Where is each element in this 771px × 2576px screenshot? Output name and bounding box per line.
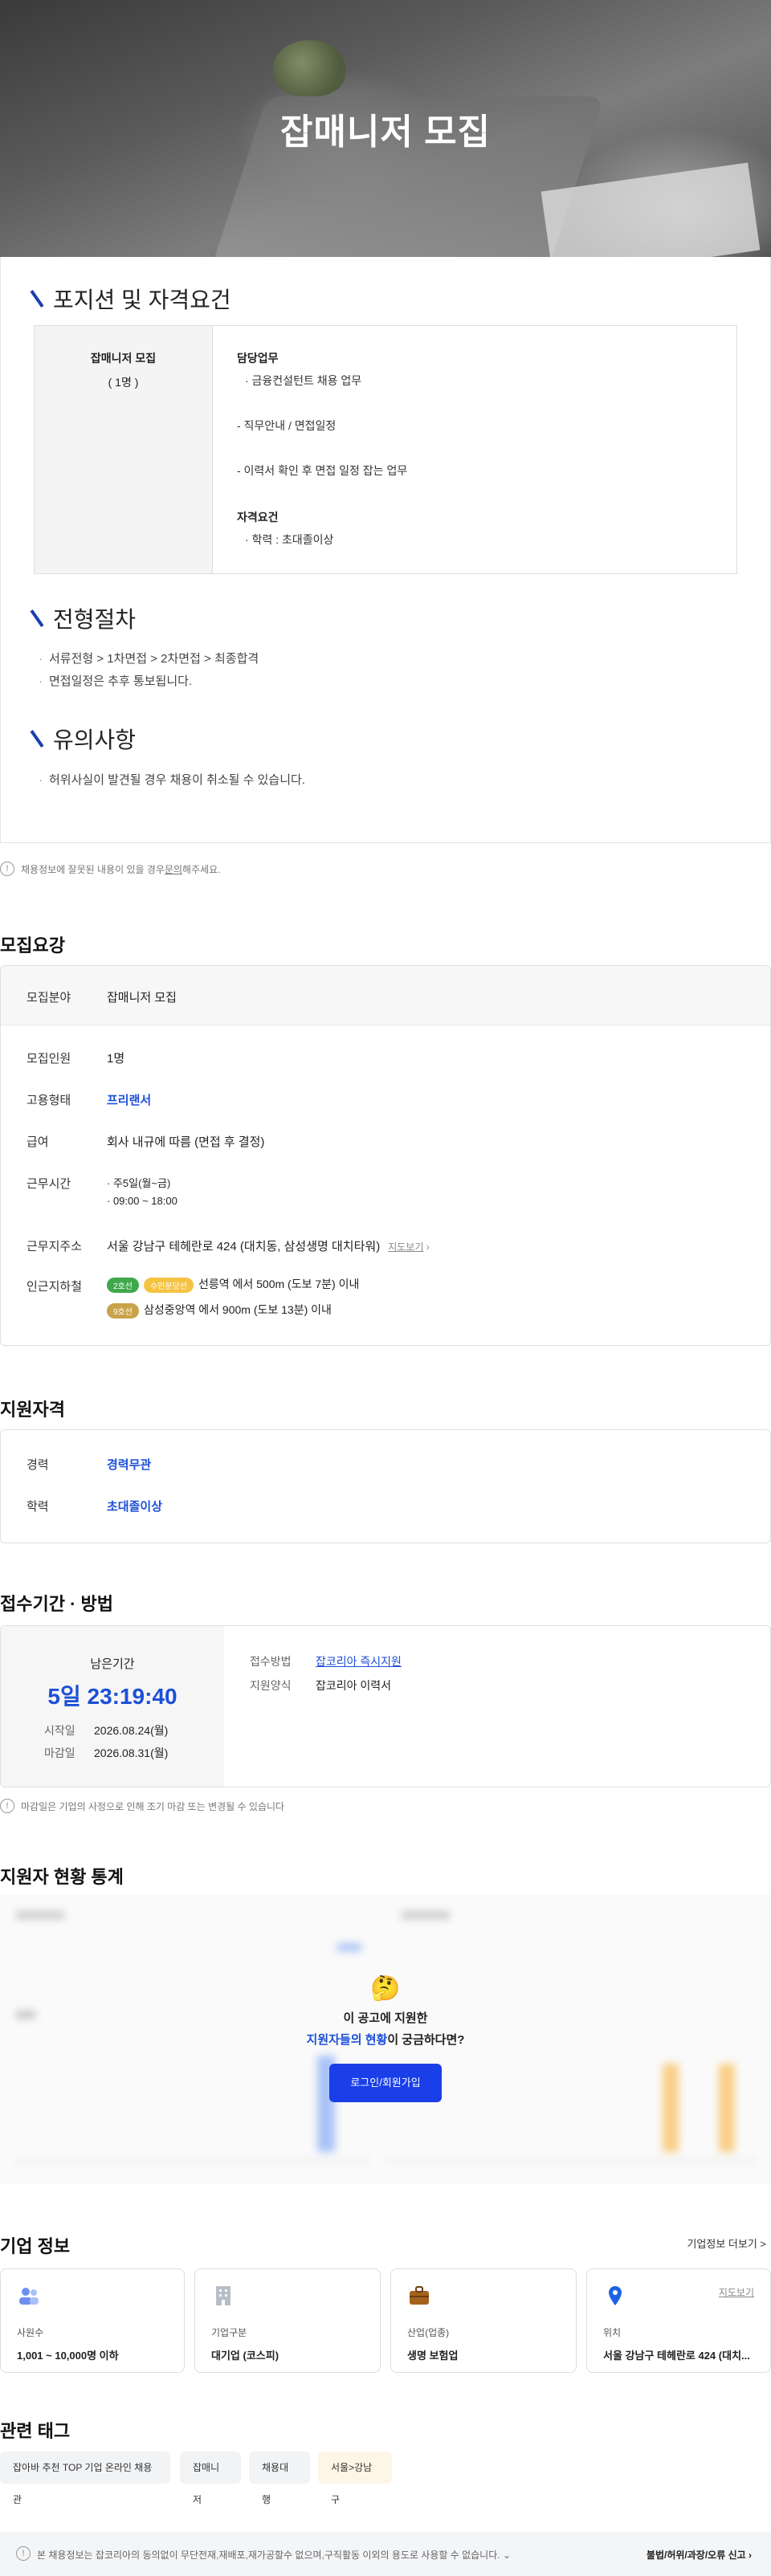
info-icon: ! xyxy=(16,2546,31,2561)
apply-card: 남은기간 5일 23:19:40 시작일 2026.08.24(월) 마감일 2… xyxy=(0,1625,771,1787)
process-item: 면접일정은 추후 통보됩니다. xyxy=(39,672,192,689)
stats-title: 지원자 현황 통계 xyxy=(0,1867,124,1887)
edu-label: 학력 xyxy=(27,1500,49,1514)
remain-label: 남은기간 xyxy=(90,1657,135,1671)
login-button[interactable]: 로그인/회원가입 xyxy=(329,2064,442,2102)
career-value: 경력무관 xyxy=(107,1458,152,1472)
company-card-location: 지도보기 위치 서울 강남구 테헤란로 424 (대치... xyxy=(586,2268,771,2373)
company-value: 서울 강남구 테헤란로 424 (대치... xyxy=(603,2350,750,2362)
qualification-title: 지원자격 xyxy=(0,1400,65,1420)
line-badge: 9호선 xyxy=(107,1302,139,1319)
hours-days: · 주5일(월~금) xyxy=(107,1177,171,1189)
subway-label: 인근지하철 xyxy=(27,1280,83,1294)
hours-label: 근무시간 xyxy=(27,1177,71,1191)
position-heading: 포지션 및 자격요건 xyxy=(30,283,231,315)
qual-item: · 학력 : 초대졸이상 xyxy=(245,533,334,546)
tag-item[interactable]: 채용대행 xyxy=(249,2452,310,2505)
company-key: 산업(업종) xyxy=(407,2327,450,2338)
position-role-cell: 잡매니저 모집 ( 1명 ) xyxy=(35,326,213,573)
duty-title: 담당업무 xyxy=(237,352,279,365)
copyright-text[interactable]: 본 채용정보는 잡코리아의 동의없이 무단전재,재배포,재가공할수 없으며,구직… xyxy=(37,2548,511,2562)
end-value: 2026.08.31(월) xyxy=(94,1747,169,1759)
duty-item: - 직무안내 / 면접일정 xyxy=(237,419,337,432)
field-label: 모집분야 xyxy=(27,991,71,1005)
thinking-face-icon: 🤔 xyxy=(370,1975,401,2002)
deadline-notice: ! 마감일은 기업의 사정으로 인해 조기 마감 또는 변경될 수 있습니다 xyxy=(0,1799,284,1813)
company-key: 사원수 xyxy=(17,2327,44,2338)
report-button[interactable]: 불법/허위/과장/오류 신고 › xyxy=(647,2548,752,2562)
type-value: 프리랜서 xyxy=(107,1094,152,1107)
addr-value: 서울 강남구 테헤란로 424 (대치동, 삼성생명 대치타워) 지도보기 › xyxy=(107,1240,430,1253)
duty-item: · 금융컨설턴트 채용 업무 xyxy=(245,374,362,387)
pay-value: 회사 내규에 따름 (면접 후 결정) xyxy=(107,1135,265,1149)
hours-time: · 09:00 ~ 18:00 xyxy=(107,1195,177,1207)
process-heading: 전형절차 xyxy=(30,602,136,634)
prompt-line2: 지원자들의 현황이 궁금하다면? xyxy=(306,2033,465,2047)
method-link[interactable]: 잡코리아 즉시지원 xyxy=(316,1653,402,1669)
career-label: 경력 xyxy=(27,1458,49,1472)
qual-title: 자격요건 xyxy=(237,511,279,524)
subway-item: 2호선 수인분당선 선릉역 에서 500m (도보 7분) 이내 xyxy=(107,1276,359,1293)
company-title: 기업 정보 xyxy=(0,2236,71,2256)
hero-plant-image xyxy=(273,40,345,96)
type-label: 고용형태 xyxy=(27,1094,71,1107)
location-pin-icon xyxy=(609,2286,622,2305)
company-map-link[interactable]: 지도보기 xyxy=(719,2285,754,2299)
info-icon: ! xyxy=(0,1799,14,1813)
footer-bar: ! 본 채용정보는 잡코리아의 동의없이 무단전재,재배포,재가공할수 없으며,… xyxy=(0,2532,771,2576)
stats-login-prompt: 🤔 이 공고에 지원한 지원자들의 현황이 궁금하다면? 로그인/회원가입 xyxy=(0,1975,771,2102)
field-value: 잡매니저 모집 xyxy=(107,991,177,1005)
addr-label: 근무지주소 xyxy=(27,1240,83,1253)
subway-item: 9호선 삼성중앙역 에서 900m (도보 13분) 이내 xyxy=(107,1302,332,1319)
tag-item[interactable]: 잡아바 추천 TOP 기업 온라인 채용관 xyxy=(0,2452,170,2505)
recruit-title: 모집요강 xyxy=(0,935,65,956)
qualification-card: 경력 경력무관 학력 초대졸이상 xyxy=(0,1429,771,1543)
company-card-industry: 산업(업종) 생명 보험업 xyxy=(390,2268,577,2373)
edu-value: 초대졸이상 xyxy=(107,1500,163,1514)
tag-item[interactable]: 잡매니저 xyxy=(180,2452,241,2505)
apply-title: 접수기간 · 방법 xyxy=(0,1594,113,1614)
company-card-employees: 사원수 1,001 ~ 10,000명 이하 xyxy=(0,2268,185,2373)
hero-title: 잡매니저 모집 xyxy=(279,112,492,152)
hero-banner: 잡매니저 모집 xyxy=(0,0,771,257)
caution-heading: 유의사항 xyxy=(30,723,136,755)
company-card-type: 기업구분 대기업 (코스피) xyxy=(194,2268,381,2373)
start-label: 시작일 xyxy=(44,1724,75,1737)
line-badge: 수인분당선 xyxy=(143,1277,194,1293)
remain-value: 5일 23:19:40 xyxy=(47,1684,177,1709)
people-value: 1명 xyxy=(107,1052,125,1066)
duty-item: - 이력서 확인 후 면접 일정 잡는 업무 xyxy=(237,464,408,477)
report-notice: ! 채용정보에 잘못된 내용이 있을 경우 문의 해주세요. xyxy=(0,862,221,876)
line-badge: 2호선 xyxy=(107,1277,139,1293)
start-value: 2026.08.24(월) xyxy=(94,1724,169,1737)
process-item: 서류전형 > 1차면접 > 2차면접 > 최종합격 xyxy=(39,650,259,666)
position-count: ( 1명 ) xyxy=(108,376,139,389)
method-label: 접수방법 xyxy=(250,1655,292,1668)
company-key: 기업구분 xyxy=(211,2327,247,2338)
company-value: 생명 보험업 xyxy=(407,2350,459,2362)
building-icon xyxy=(216,2286,230,2305)
position-role: 잡매니저 모집 xyxy=(90,352,157,365)
caution-item: 허위사실이 발견될 경우 채용이 취소될 수 있습니다. xyxy=(39,771,305,788)
form-label: 지원양식 xyxy=(250,1679,292,1692)
company-more-link[interactable]: 기업정보 더보기 > xyxy=(687,2236,766,2251)
company-key: 위치 xyxy=(603,2327,622,2338)
company-value: 1,001 ~ 10,000명 이하 xyxy=(17,2350,119,2362)
end-label: 마감일 xyxy=(44,1747,75,1759)
people-icon xyxy=(19,2288,39,2305)
people-label: 모집인원 xyxy=(27,1052,71,1066)
prompt-line1: 이 공고에 지원한 xyxy=(343,2011,428,2025)
tag-item[interactable]: 서울>강남구 xyxy=(318,2452,392,2505)
company-value: 대기업 (코스피) xyxy=(211,2350,279,2362)
info-icon: ! xyxy=(0,862,14,876)
form-value: 잡코리아 이력서 xyxy=(316,1679,392,1692)
tags-title: 관련 태그 xyxy=(0,2421,71,2441)
report-link[interactable]: 문의 xyxy=(165,862,182,876)
briefcase-icon xyxy=(410,2286,429,2305)
recruit-card: 모집분야 잡매니저 모집 모집인원 1명 고용형태 프리랜서 급여 회사 내규에… xyxy=(0,965,771,1346)
position-table: 잡매니저 모집 ( 1명 ) 담당업무 · 금융컨설턴트 채용 업무 - 직무안… xyxy=(34,325,737,574)
pay-label: 급여 xyxy=(27,1135,49,1149)
map-link[interactable]: 지도보기 › xyxy=(388,1241,430,1253)
